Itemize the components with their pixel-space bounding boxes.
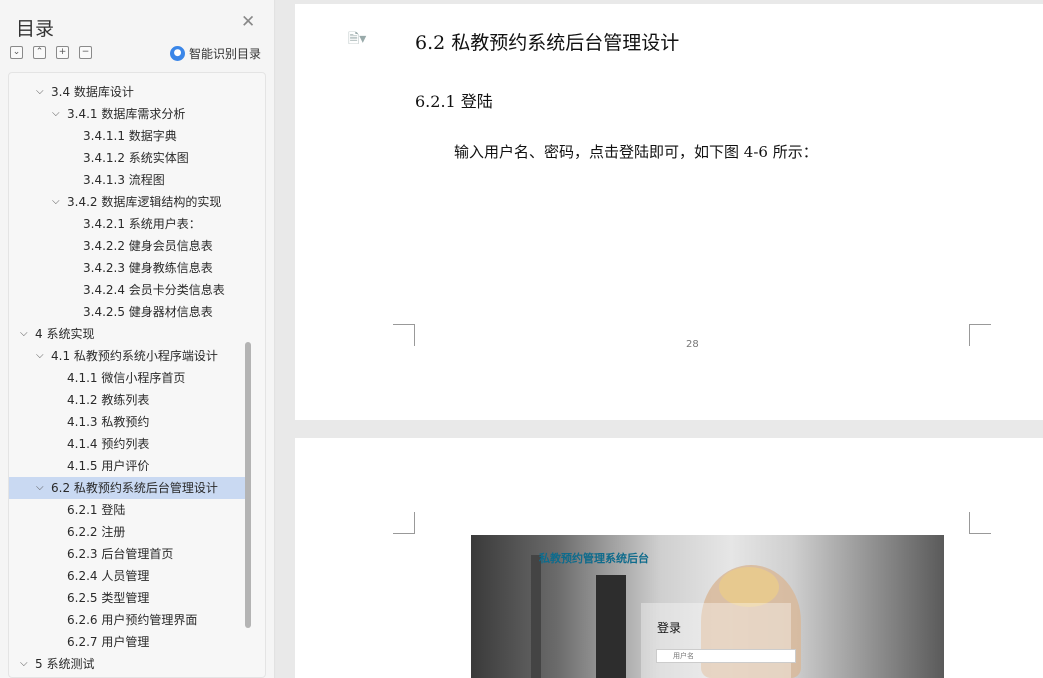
remove-level-icon[interactable]: − <box>79 46 92 59</box>
toc-item-label: 5 系统测试 <box>35 657 95 671</box>
toc-item-label: 4.1.1 微信小程序首页 <box>67 371 186 385</box>
collapse-all-icon[interactable]: ⌃ <box>33 46 46 59</box>
toc-item-label: 6.2.1 登陆 <box>67 503 126 517</box>
toc-item[interactable]: ⌵ 3.4 数据库设计 <box>9 81 249 103</box>
close-icon[interactable]: ✕ <box>241 14 255 31</box>
toc-item[interactable]: ⌵ 4 系统实现 <box>9 323 249 345</box>
toc-item[interactable]: ⌵ 3.4.2 数据库逻辑结构的实现 <box>9 191 249 213</box>
toc-item[interactable]: 6.2.6 用户预约管理界面 <box>9 609 249 631</box>
toc-item[interactable]: 6.2.1 登陆 <box>9 499 249 521</box>
toc-item-label: 6.2.5 类型管理 <box>67 591 150 605</box>
toc-item[interactable]: 3.4.2.3 健身教练信息表 <box>9 257 249 279</box>
toc-item-label: 4.1.4 预约列表 <box>67 437 150 451</box>
chevron-down-icon[interactable]: ⌵ <box>52 103 60 125</box>
toc-item-label: 6.2.4 人员管理 <box>67 569 150 583</box>
margin-mark <box>393 512 415 534</box>
toc-item[interactable]: 4.1.5 用户评价 <box>9 455 249 477</box>
toc-item[interactable]: 3.4.2.1 系统用户表： <box>9 213 249 235</box>
expand-all-icon[interactable]: ⌄ <box>10 46 23 59</box>
add-level-icon[interactable]: + <box>56 46 69 59</box>
toc-item-label: 6.2.2 注册 <box>67 525 126 539</box>
toc-item-label: 3.4.1.1 数据字典 <box>83 129 177 143</box>
toc-item[interactable]: ⌵ 6.2 私教预约系统后台管理设计 <box>9 477 249 499</box>
toc-panel: ⌵ 3.4 数据库设计 ⌵ 3.4.1 数据库需求分析 3.4.1.1 数据字典 3.4.… <box>8 72 266 678</box>
toc-scrollbar-thumb[interactable] <box>245 342 251 628</box>
toc-item-label: 3.4.2.3 健身教练信息表 <box>83 261 213 275</box>
login-title: 登录 <box>657 621 682 635</box>
page-options-icon[interactable]: 🗎▾ <box>348 28 366 52</box>
toc-toolbar: ⌄ ⌃ + − <box>10 46 92 59</box>
toc-item[interactable]: 3.4.1.1 数据字典 <box>9 125 249 147</box>
toc-item-label: 3.4.2 数据库逻辑结构的实现 <box>67 195 222 209</box>
chevron-down-icon[interactable]: ⌵ <box>20 653 28 675</box>
login-screenshot-figure: 私教预约管理系统后台 登录 用户名 <box>471 535 944 678</box>
toc-item[interactable]: 4.1.1 微信小程序首页 <box>9 367 249 389</box>
toc-item[interactable]: ⌵ 4.1 私教预约系统小程序端设计 <box>9 345 249 367</box>
toc-item[interactable]: ⌵ 5 系统测试 <box>9 653 249 675</box>
toc-item[interactable]: 4.1.3 私教预约 <box>9 411 249 433</box>
body-paragraph: 输入用户名、密码，点击登陆即可，如下图 4-6 所示： <box>454 143 818 161</box>
toc-item-label: 3.4.1.3 流程图 <box>83 173 165 187</box>
toc-item[interactable]: 6.2.5 类型管理 <box>9 587 249 609</box>
toc-item-label: 4 系统实现 <box>35 327 95 341</box>
gym-equipment <box>596 575 626 678</box>
login-card: 登录 用户名 <box>641 603 796 678</box>
toc-item[interactable]: 6.2.7 用户管理 <box>9 631 249 653</box>
document-area[interactable]: 🗎▾ 6.2 私教预约系统后台管理设计 6.2.1 登陆 输入用户名、密码，点击… <box>276 0 1043 678</box>
toc-item[interactable]: 3.4.2.5 健身器材信息表 <box>9 301 249 323</box>
heading-6-2: 6.2 私教预约系统后台管理设计 <box>415 32 680 54</box>
page-28: 🗎▾ 6.2 私教预约系统后台管理设计 6.2.1 登陆 输入用户名、密码，点击… <box>295 4 1043 420</box>
toc-item-label: 6.2.3 后台管理首页 <box>67 547 174 561</box>
toc-item[interactable]: 4.1.4 预约列表 <box>9 433 249 455</box>
toc-item-label: 3.4.1 数据库需求分析 <box>67 107 186 121</box>
toc-item-label: 4.1.5 用户评价 <box>67 459 150 473</box>
toc-item-label: 3.4.2.4 会员卡分类信息表 <box>83 283 225 297</box>
page-29: 私教预约管理系统后台 登录 用户名 <box>295 438 1043 678</box>
screenshot-title: 私教预约管理系统后台 <box>539 552 649 565</box>
toc-item-label: 6.2 私教预约系统后台管理设计 <box>51 481 218 495</box>
toc-item[interactable]: 6.2.4 人员管理 <box>9 565 249 587</box>
chevron-down-icon[interactable]: ⌵ <box>20 323 28 345</box>
toc-item-label: 4.1 私教预约系统小程序端设计 <box>51 349 218 363</box>
smart-toc-button[interactable]: ● 智能识别目录 <box>170 45 261 62</box>
smart-toc-label: 智能识别目录 <box>189 47 262 61</box>
toc-item[interactable]: 3.4.1.3 流程图 <box>9 169 249 191</box>
chevron-down-icon[interactable]: ⌵ <box>36 477 44 499</box>
toc-item-label: 3.4.2.2 健身会员信息表 <box>83 239 213 253</box>
toc-item-label: 3.4.1.2 系统实体图 <box>83 151 189 165</box>
athlete-hair <box>719 567 779 607</box>
toc-item-label: 3.4.2.5 健身器材信息表 <box>83 305 213 319</box>
toc-item[interactable]: 4.1.2 教练列表 <box>9 389 249 411</box>
toc-item[interactable]: 3.4.1.2 系统实体图 <box>9 147 249 169</box>
toc-scrollbar[interactable] <box>245 78 253 678</box>
toc-item[interactable]: 6.2.3 后台管理首页 <box>9 543 249 565</box>
chevron-down-icon[interactable]: ⌵ <box>36 345 44 367</box>
toc-item-label: 6.2.7 用户管理 <box>67 635 150 649</box>
toc-item-label: 4.1.2 教练列表 <box>67 393 150 407</box>
toc-item[interactable]: 3.4.2.4 会员卡分类信息表 <box>9 279 249 301</box>
toc-item[interactable]: 6.2.2 注册 <box>9 521 249 543</box>
username-field: 用户名 <box>656 649 796 663</box>
chevron-down-icon[interactable]: ⌵ <box>52 191 60 213</box>
gym-equipment <box>531 555 541 678</box>
page-number: 28 <box>686 339 699 350</box>
toc-list: ⌵ 3.4 数据库设计 ⌵ 3.4.1 数据库需求分析 3.4.1.1 数据字典 3.4.… <box>9 81 249 675</box>
chevron-down-icon[interactable]: ⌵ <box>36 81 44 103</box>
toc-item-label: 6.2.6 用户预约管理界面 <box>67 613 198 627</box>
toc-item-label: 3.4.2.1 系统用户表： <box>83 217 201 231</box>
margin-mark <box>969 324 991 346</box>
toc-item[interactable]: ⌵ 3.4.1 数据库需求分析 <box>9 103 249 125</box>
toc-item-label: 3.4 数据库设计 <box>51 85 134 99</box>
margin-mark <box>393 324 415 346</box>
toc-item-label: 4.1.3 私教预约 <box>67 415 150 429</box>
sidebar-title: 目录 <box>16 18 55 40</box>
heading-6-2-1: 6.2.1 登陆 <box>415 92 493 111</box>
toc-item[interactable]: 3.4.2.2 健身会员信息表 <box>9 235 249 257</box>
margin-mark <box>969 512 991 534</box>
toc-sidebar: 目录 ✕ ⌄ ⌃ + − ● 智能识别目录 ⌵ 3.4 数据库设计 ⌵ 3.4.1 数… <box>0 0 275 678</box>
smart-icon: ● <box>170 46 185 61</box>
